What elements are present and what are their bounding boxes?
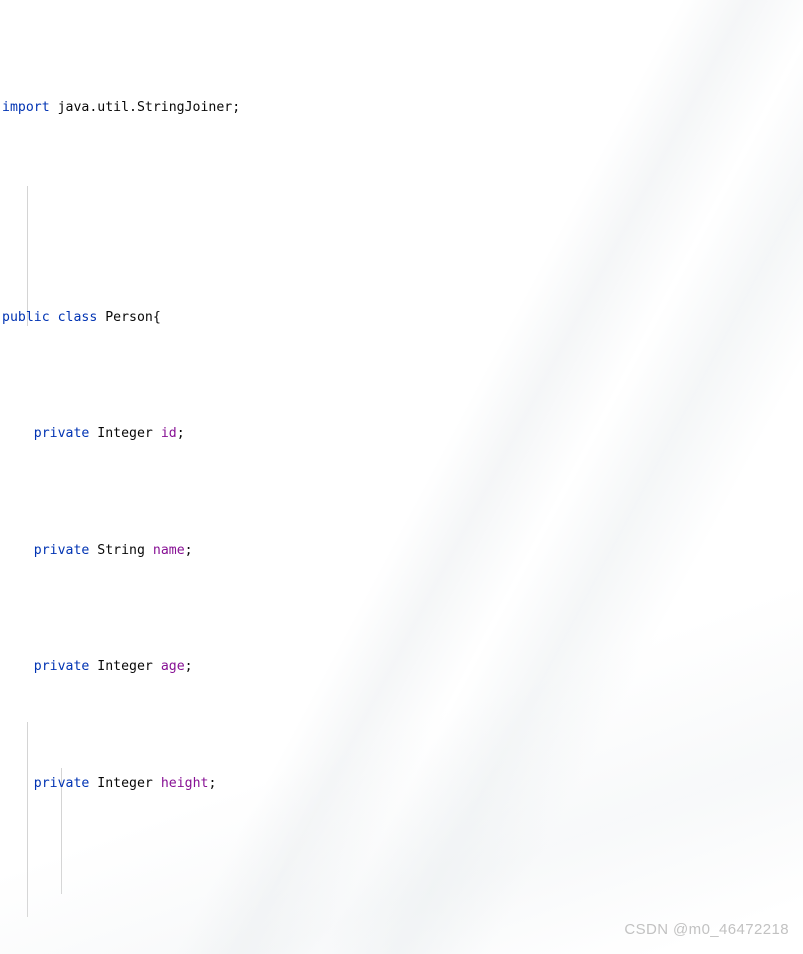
- token-keyword-class: class: [57, 309, 98, 325]
- token-keyword-import: import: [2, 100, 50, 116]
- token-keyword-public: public: [2, 309, 50, 325]
- token-semicolon: ;: [184, 542, 193, 558]
- token-field-age: age: [160, 659, 185, 675]
- token-field-height: height: [160, 775, 209, 791]
- token-keyword-private: private: [33, 659, 90, 675]
- code-line-field-height: private Integer height;: [0, 772, 803, 795]
- token-class-name: Person{: [97, 309, 161, 325]
- token-field-name: name: [152, 542, 185, 558]
- code-content: import java.util.StringJoiner; public cl…: [0, 0, 803, 954]
- code-line-field-age: private Integer age;: [0, 655, 803, 678]
- token-type-integer: Integer: [97, 775, 153, 791]
- code-line-import: import java.util.StringJoiner;: [0, 96, 803, 119]
- token-field-id: id: [160, 426, 177, 442]
- code-editor[interactable]: import java.util.StringJoiner; public cl…: [0, 0, 803, 954]
- code-line-field-id: private Integer id;: [0, 422, 803, 445]
- token-type-integer: Integer: [97, 659, 153, 675]
- token-keyword-private: private: [33, 542, 90, 558]
- token-keyword-private: private: [33, 426, 90, 442]
- code-line-field-name: private String name;: [0, 539, 803, 562]
- token-import-path: java.util.StringJoiner;: [49, 100, 241, 116]
- code-line-class-decl: public class Person{: [0, 306, 803, 329]
- token-keyword-private: private: [33, 775, 90, 791]
- csdn-watermark: CSDN @m0_46472218: [624, 920, 789, 938]
- token-type-integer: Integer: [97, 426, 153, 442]
- token-semicolon: ;: [184, 659, 193, 675]
- token-semicolon: ;: [208, 775, 217, 791]
- token-semicolon: ;: [176, 426, 185, 442]
- token-type-string: String: [97, 542, 145, 558]
